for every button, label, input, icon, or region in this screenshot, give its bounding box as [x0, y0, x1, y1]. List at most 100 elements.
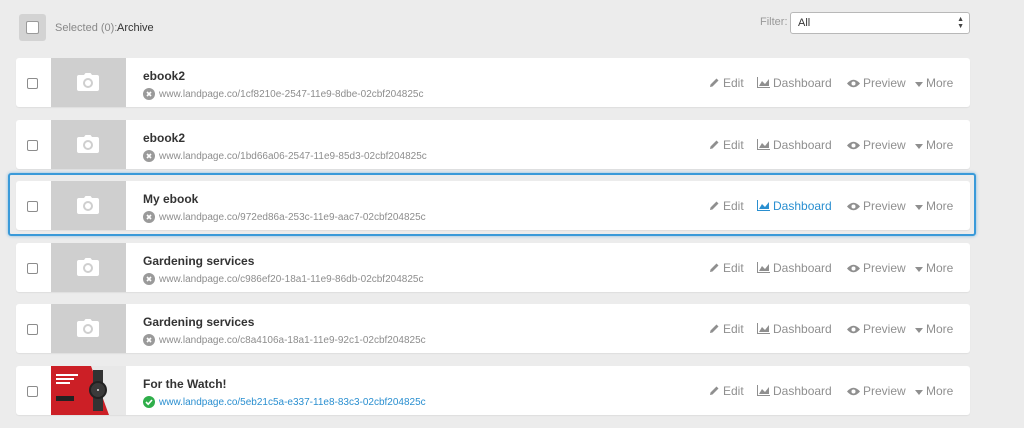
camera-icon [77, 73, 99, 91]
more-button[interactable]: More [915, 322, 953, 336]
chart-icon [757, 262, 770, 273]
page-thumbnail[interactable] [51, 120, 126, 169]
pencil-icon [710, 140, 719, 149]
page-name[interactable]: Gardening services [143, 315, 254, 329]
select-all-box[interactable] [26, 21, 39, 34]
page-thumbnail[interactable] [51, 243, 126, 292]
page-name[interactable]: For the Watch! [143, 377, 227, 391]
more-button[interactable]: More [915, 76, 953, 90]
row-checkbox[interactable] [27, 263, 38, 274]
page-row: Gardening services www.landpage.co/c986e… [16, 243, 970, 292]
preview-button[interactable]: Preview [847, 261, 906, 275]
row-highlight [8, 173, 976, 236]
preview-label: Preview [863, 76, 906, 90]
more-button[interactable]: More [915, 138, 953, 152]
dashboard-label: Dashboard [773, 384, 832, 398]
dashboard-label: Dashboard [773, 138, 832, 152]
edit-button[interactable]: Edit [709, 76, 744, 90]
caret-down-icon [915, 82, 923, 87]
row-checkbox[interactable] [27, 78, 38, 89]
filter-select[interactable]: All ▲ ▼ [790, 12, 970, 34]
preview-label: Preview [863, 138, 906, 152]
camera-icon [77, 258, 99, 276]
page-name[interactable]: ebook2 [143, 69, 185, 83]
unpublished-status-icon [143, 150, 155, 162]
dashboard-button[interactable]: Dashboard [757, 261, 832, 275]
more-button[interactable]: More [915, 384, 953, 398]
preview-button[interactable]: Preview [847, 138, 906, 152]
more-label: More [926, 76, 954, 90]
page-thumbnail[interactable] [51, 58, 126, 107]
page-thumbnail[interactable] [51, 366, 126, 415]
page-row: For the Watch! www.landpage.co/5eb21c5a-… [16, 366, 970, 415]
row-checkbox[interactable] [27, 140, 38, 151]
dashboard-button[interactable]: Dashboard [757, 138, 832, 152]
dashboard-button[interactable]: Dashboard [757, 76, 832, 90]
pencil-icon [710, 263, 719, 272]
edit-label: Edit [723, 261, 744, 275]
pencil-icon [710, 324, 719, 333]
more-button[interactable]: More [915, 261, 953, 275]
bulk-toolbar: Selected (0): Archive Filter: All ▲ ▼ [0, 0, 1024, 55]
unpublished-status-icon [143, 273, 155, 285]
caret-down-icon [915, 328, 923, 333]
row-checkbox[interactable] [27, 386, 38, 397]
page-url[interactable]: www.landpage.co/5eb21c5a-e337-11e8-83c3-… [159, 397, 426, 408]
page-name[interactable]: ebook2 [143, 131, 185, 145]
page-row: Gardening services www.landpage.co/c8a41… [16, 304, 970, 353]
archive-button[interactable]: Archive [117, 22, 154, 34]
dashboard-button[interactable]: Dashboard [757, 384, 832, 398]
page-name[interactable]: Gardening services [143, 254, 254, 268]
more-label: More [926, 138, 954, 152]
chart-icon [757, 385, 770, 396]
preview-label: Preview [863, 322, 906, 336]
pencil-icon [710, 78, 719, 87]
edit-label: Edit [723, 322, 744, 336]
camera-icon [77, 319, 99, 337]
edit-label: Edit [723, 384, 744, 398]
filter-value: All [798, 17, 811, 29]
page-url[interactable]: www.landpage.co/c986ef20-18a1-11e9-86db-… [159, 274, 423, 285]
filter-label: Filter: [760, 16, 788, 28]
edit-button[interactable]: Edit [709, 138, 744, 152]
edit-button[interactable]: Edit [709, 322, 744, 336]
preview-button[interactable]: Preview [847, 322, 906, 336]
page-row: ebook2 www.landpage.co/1cf8210e-2547-11e… [16, 58, 970, 107]
more-label: More [926, 261, 954, 275]
page-url[interactable]: www.landpage.co/1bd66a06-2547-11e9-85d3-… [159, 151, 427, 162]
eye-icon [847, 79, 860, 88]
page-url[interactable]: www.landpage.co/c8a4106a-18a1-11e9-92c1-… [159, 335, 426, 346]
edit-button[interactable]: Edit [709, 261, 744, 275]
eye-icon [847, 141, 860, 150]
edit-label: Edit [723, 76, 744, 90]
edit-button[interactable]: Edit [709, 384, 744, 398]
unpublished-status-icon [143, 88, 155, 100]
chart-icon [757, 139, 770, 150]
edit-label: Edit [723, 138, 744, 152]
dashboard-button[interactable]: Dashboard [757, 322, 832, 336]
select-all-checkbox[interactable] [19, 14, 46, 41]
page-url[interactable]: www.landpage.co/1cf8210e-2547-11e9-8dbe-… [159, 89, 423, 100]
watch-ad-image [51, 366, 126, 415]
row-checkbox[interactable] [27, 324, 38, 335]
dashboard-label: Dashboard [773, 76, 832, 90]
page-row: ebook2 www.landpage.co/1bd66a06-2547-11e… [16, 120, 970, 169]
eye-icon [847, 387, 860, 396]
selected-count: Selected (0): [55, 22, 118, 34]
preview-button[interactable]: Preview [847, 384, 906, 398]
dashboard-label: Dashboard [773, 322, 832, 336]
caret-down-icon [915, 267, 923, 272]
unpublished-status-icon [143, 334, 155, 346]
select-arrows-icon: ▲ ▼ [957, 16, 964, 30]
caret-down-icon [915, 144, 923, 149]
pencil-icon [710, 386, 719, 395]
camera-icon [77, 135, 99, 153]
eye-icon [847, 325, 860, 334]
published-status-icon [143, 396, 155, 408]
chart-icon [757, 323, 770, 334]
eye-icon [847, 264, 860, 273]
page-thumbnail[interactable] [51, 304, 126, 353]
preview-button[interactable]: Preview [847, 76, 906, 90]
dashboard-label: Dashboard [773, 261, 832, 275]
more-label: More [926, 322, 954, 336]
